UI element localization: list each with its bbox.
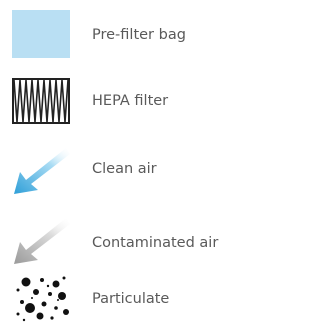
particulate-icon: [12, 272, 72, 322]
legend-item-particulate: Particulate: [0, 272, 246, 328]
clean-air-arrow: [14, 148, 70, 194]
legend-item-contaminated-air: Contaminated air: [0, 216, 246, 272]
pre-filter-bag-icon: [12, 10, 72, 58]
legend-label-hepa-filter: HEPA filter: [92, 93, 169, 109]
particulate-dots: [16, 276, 69, 322]
clean-air-icon: [12, 146, 72, 194]
legend-label-particulate: Particulate: [92, 291, 170, 307]
legend-item-pre-filter-bag: Pre-filter bag: [0, 10, 246, 66]
contaminated-air-icon: [12, 216, 72, 264]
legend-label-contaminated-air: Contaminated air: [92, 235, 219, 251]
legend: Pre-filter bag HEPA filter Clean air Con…: [0, 0, 246, 327]
legend-item-hepa-filter: HEPA filter: [0, 78, 246, 134]
legend-label-clean-air: Clean air: [92, 161, 157, 177]
hepa-filter-zigzag: [12, 78, 70, 124]
legend-item-clean-air: Clean air: [0, 146, 246, 202]
pre-filter-bag-swatch: [12, 10, 70, 58]
legend-label-pre-filter-bag: Pre-filter bag: [92, 27, 186, 43]
contaminated-air-arrow: [14, 218, 70, 264]
hepa-filter-icon: [12, 78, 72, 126]
